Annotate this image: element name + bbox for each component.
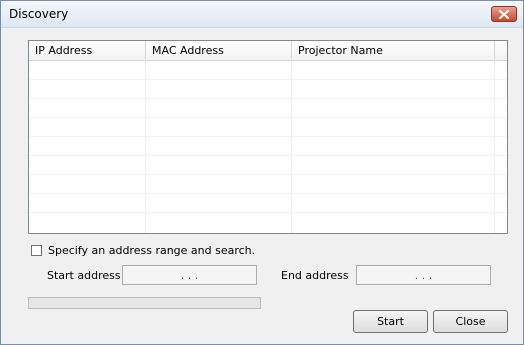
close-button[interactable]: Close <box>433 310 508 333</box>
address-range-checkbox[interactable] <box>31 245 42 256</box>
close-button-label: Close <box>455 315 486 328</box>
column-gridline <box>291 60 292 233</box>
row-gridline <box>29 212 507 213</box>
search-progress-bar <box>28 297 261 309</box>
column-gridline <box>145 60 146 233</box>
row-gridline <box>29 174 507 175</box>
row-gridline <box>29 98 507 99</box>
column-header-mac-address[interactable]: MAC Address <box>146 41 292 60</box>
address-range-label: Specify an address range and search. <box>48 244 256 257</box>
column-header-projector-name[interactable]: Projector Name <box>292 41 495 60</box>
title-bar[interactable]: Discovery <box>1 1 523 28</box>
list-header: IP Address MAC Address Projector Name <box>29 41 507 61</box>
column-header-ip-address[interactable]: IP Address <box>29 41 146 60</box>
column-gridline <box>494 60 495 233</box>
end-address-field[interactable]: . . . <box>356 265 491 285</box>
row-gridline <box>29 79 507 80</box>
window-close-button[interactable] <box>491 6 517 22</box>
start-button-label: Start <box>377 315 404 328</box>
projector-list[interactable]: IP Address MAC Address Projector Name <box>28 40 508 234</box>
row-gridline <box>29 117 507 118</box>
window-title: Discovery <box>9 7 69 21</box>
start-address-field[interactable]: . . . <box>122 265 257 285</box>
start-address-label: Start address <box>47 269 121 282</box>
row-gridline <box>29 155 507 156</box>
discovery-dialog: Discovery IP Address MAC Address Project… <box>0 0 524 345</box>
start-address-value: . . . <box>180 268 199 282</box>
start-button[interactable]: Start <box>353 310 428 333</box>
close-icon <box>499 9 509 19</box>
end-address-label: End address <box>281 269 349 282</box>
row-gridline <box>29 193 507 194</box>
column-header-filler <box>495 41 507 60</box>
end-address-value: . . . <box>414 268 433 282</box>
address-range-option[interactable]: Specify an address range and search. <box>31 244 255 257</box>
row-gridline <box>29 136 507 137</box>
